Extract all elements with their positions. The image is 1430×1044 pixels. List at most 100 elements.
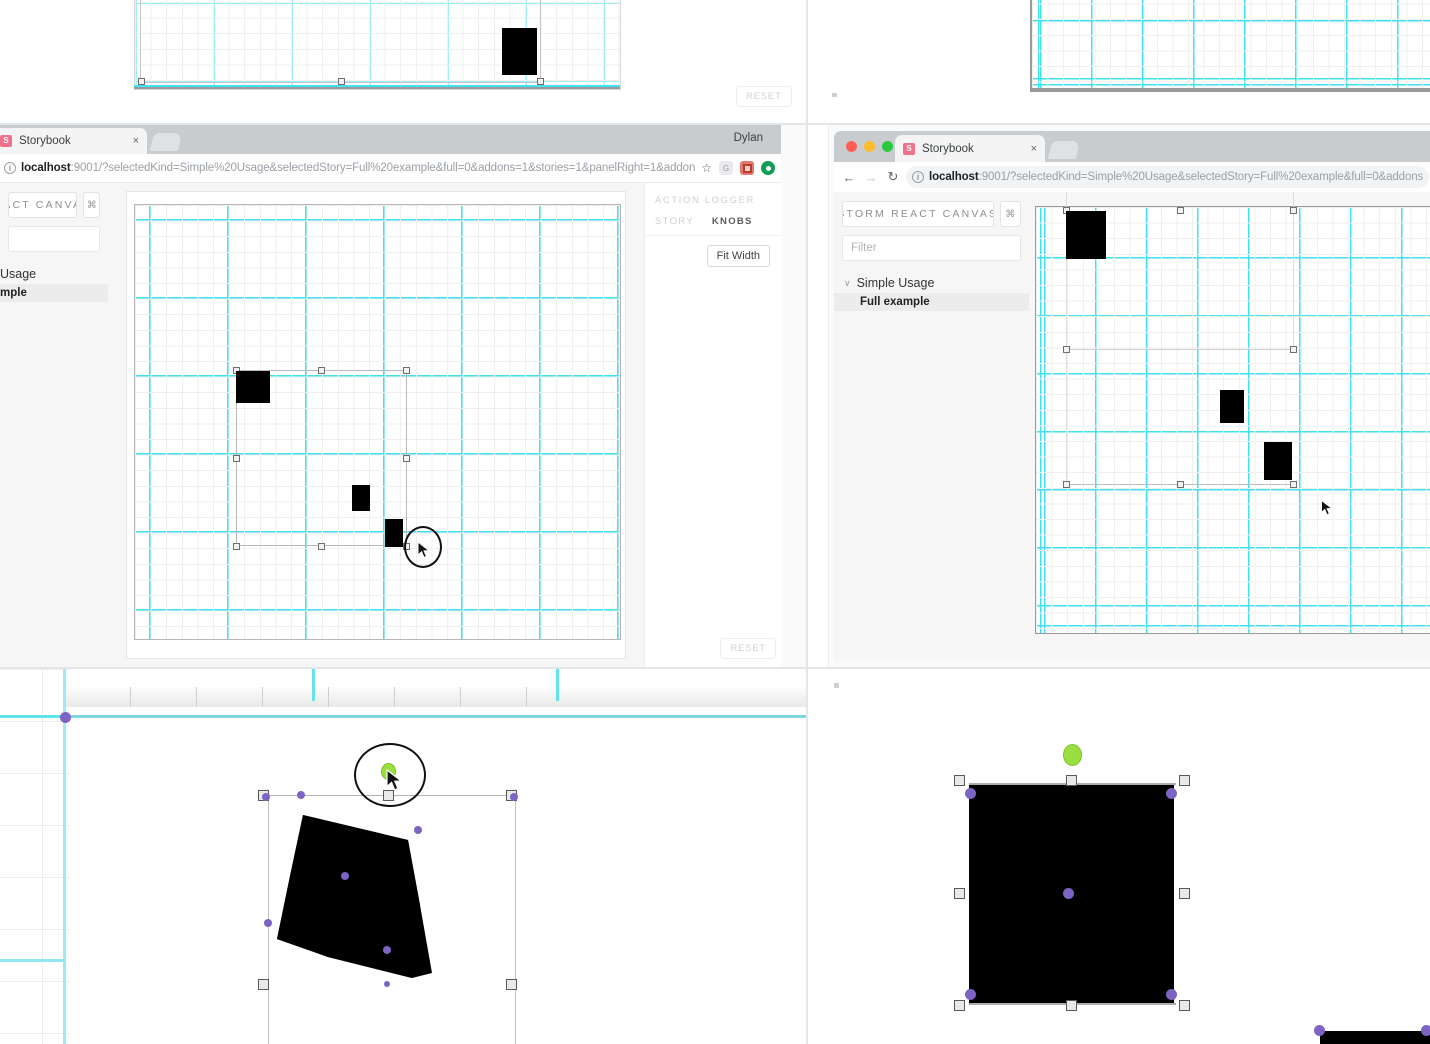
fit-width-button[interactable]: Fit Width <box>706 245 770 267</box>
new-tab-button[interactable] <box>149 133 183 151</box>
reload-icon[interactable]: ↻ <box>882 169 904 185</box>
close-window-button[interactable] <box>846 141 857 152</box>
resize-handle-sw[interactable] <box>1063 481 1070 488</box>
tab-title: Storybook <box>922 142 974 155</box>
profile-name[interactable]: Dylan <box>734 132 763 144</box>
close-icon[interactable]: × <box>1031 143 1037 155</box>
selection-corner-handle[interactable] <box>60 712 71 723</box>
minimize-window-button[interactable] <box>864 141 875 152</box>
browser-tab[interactable]: S Storybook × <box>0 128 147 154</box>
site-info-icon[interactable]: i <box>4 162 16 174</box>
reset-button[interactable]: RESET <box>720 638 776 659</box>
node-center-handle[interactable] <box>341 872 349 880</box>
node-corner-handle[interactable] <box>1421 1025 1430 1036</box>
resize-handle-sw[interactable] <box>954 1000 965 1011</box>
resize-handle[interactable] <box>537 78 544 85</box>
extension-grammarly-icon[interactable]: G <box>719 161 733 175</box>
story-kind[interactable]: Usage <box>0 264 108 284</box>
diagram-node[interactable] <box>1264 442 1292 480</box>
node-corner-handle[interactable] <box>1314 1025 1325 1036</box>
forward-icon[interactable]: → <box>860 170 882 185</box>
brand-label[interactable]: EACT CANVAS <box>8 192 78 218</box>
sidebar-brand-row: STORM REACT CANVAS ⌘ <box>834 192 1029 233</box>
omnibox-row: i localhost:9001/?selectedKind=Simple%20… <box>0 154 781 183</box>
resize-handle-se[interactable] <box>1179 1000 1190 1011</box>
browser-tab[interactable]: S Storybook × <box>895 135 1045 162</box>
resize-handle[interactable] <box>338 78 345 85</box>
ruler-tick <box>196 687 197 707</box>
rotate-anchor-handle[interactable] <box>262 793 270 801</box>
rotate-anchor-handle[interactable] <box>297 791 305 799</box>
rotate-anchor-handle[interactable] <box>510 793 518 801</box>
bookmark-star-icon[interactable]: ☆ <box>701 161 712 175</box>
resize-handle-s[interactable] <box>318 543 325 550</box>
node-corner-handle[interactable] <box>965 989 976 1000</box>
diagram-node[interactable] <box>236 371 270 403</box>
resize-handle[interactable] <box>138 78 145 85</box>
resize-handle-ne[interactable] <box>1290 207 1297 214</box>
ruler-tick <box>526 687 527 707</box>
brand-label[interactable]: STORM REACT CANVAS <box>842 201 994 227</box>
story-item-selected[interactable]: Full example <box>834 293 1029 311</box>
ruler-tick <box>460 687 461 707</box>
rotate-anchor-handle[interactable] <box>414 826 422 834</box>
resize-handle-nw[interactable] <box>954 775 965 786</box>
zoom-window-button[interactable] <box>882 141 893 152</box>
extension-red-icon[interactable] <box>740 161 754 175</box>
tab-story[interactable]: STORY <box>655 216 694 227</box>
resize-handle-s[interactable] <box>1177 481 1184 488</box>
diagram-node-partial[interactable] <box>1320 1031 1430 1044</box>
node-corner-handle[interactable] <box>1166 989 1177 1000</box>
resize-handle-s[interactable] <box>1066 1000 1077 1011</box>
url-text: localhost:9001/?selectedKind=Simple%20Us… <box>21 162 695 174</box>
shortcut-icon[interactable]: ⌘ <box>83 192 100 218</box>
filter-input[interactable] <box>8 226 100 252</box>
node-center-handle[interactable] <box>1063 888 1074 899</box>
chevron-down-icon[interactable]: ∨ <box>844 278 851 289</box>
rotated-node-shape[interactable] <box>260 794 530 1044</box>
tile-bottom-right <box>808 669 1430 1044</box>
reset-button-tl[interactable]: RESET <box>736 86 792 107</box>
diagram-node[interactable] <box>385 519 403 547</box>
node-corner-handle[interactable] <box>1166 788 1177 799</box>
resize-handle-ne[interactable] <box>403 367 410 374</box>
tab-title: Storybook <box>19 135 71 147</box>
canvas-crop-tr[interactable] <box>1030 0 1430 92</box>
extension-green-icon[interactable] <box>761 161 775 175</box>
resize-handle-w[interactable] <box>1063 346 1070 353</box>
resize-handle-n[interactable] <box>318 367 325 374</box>
resize-handle-n[interactable] <box>1066 775 1077 786</box>
back-icon[interactable]: ← <box>838 170 860 185</box>
diagram-node[interactable] <box>1220 390 1244 423</box>
resize-handle-w[interactable] <box>954 888 965 899</box>
story-item-selected[interactable]: mple <box>0 284 108 302</box>
selection-bounds <box>1066 349 1294 484</box>
diagram-node[interactable] <box>1066 211 1106 259</box>
resize-handle-se[interactable] <box>1290 481 1297 488</box>
resize-handle-e[interactable] <box>1179 888 1190 899</box>
resize-handle-e[interactable] <box>1290 346 1297 353</box>
node-corner-handle[interactable] <box>965 788 976 799</box>
url-bar[interactable]: i localhost:9001/?selectedKind=Simple%20… <box>906 166 1429 188</box>
resize-handle-sw[interactable] <box>233 543 240 550</box>
shortcut-icon[interactable]: ⌘ <box>999 201 1021 227</box>
grid-major-h-2 <box>0 959 66 962</box>
site-info-icon[interactable]: i <box>912 171 924 183</box>
story-kind[interactable]: ∨ Simple Usage <box>834 273 1029 293</box>
rotate-anchor-handle[interactable] <box>383 946 391 954</box>
close-icon[interactable]: × <box>133 135 139 147</box>
filter-input[interactable]: Filter <box>842 235 1021 261</box>
diagram-node[interactable] <box>352 485 370 511</box>
new-tab-button[interactable] <box>1047 141 1081 159</box>
resize-handle-w[interactable] <box>233 455 240 462</box>
rotate-handle-green[interactable] <box>1063 744 1082 766</box>
url-bar[interactable]: i localhost:9001/?selectedKind=Simple%20… <box>0 157 701 179</box>
bottom-mid-handle[interactable] <box>384 981 390 987</box>
resize-handle-e[interactable] <box>403 455 410 462</box>
rotate-anchor-handle[interactable] <box>264 919 272 927</box>
resize-handle-n[interactable] <box>1177 207 1184 214</box>
tab-knobs[interactable]: KNOBS <box>712 216 753 227</box>
window-traffic-lights[interactable] <box>846 141 893 152</box>
resize-handle-ne[interactable] <box>1179 775 1190 786</box>
url-host: localhost <box>21 162 71 174</box>
